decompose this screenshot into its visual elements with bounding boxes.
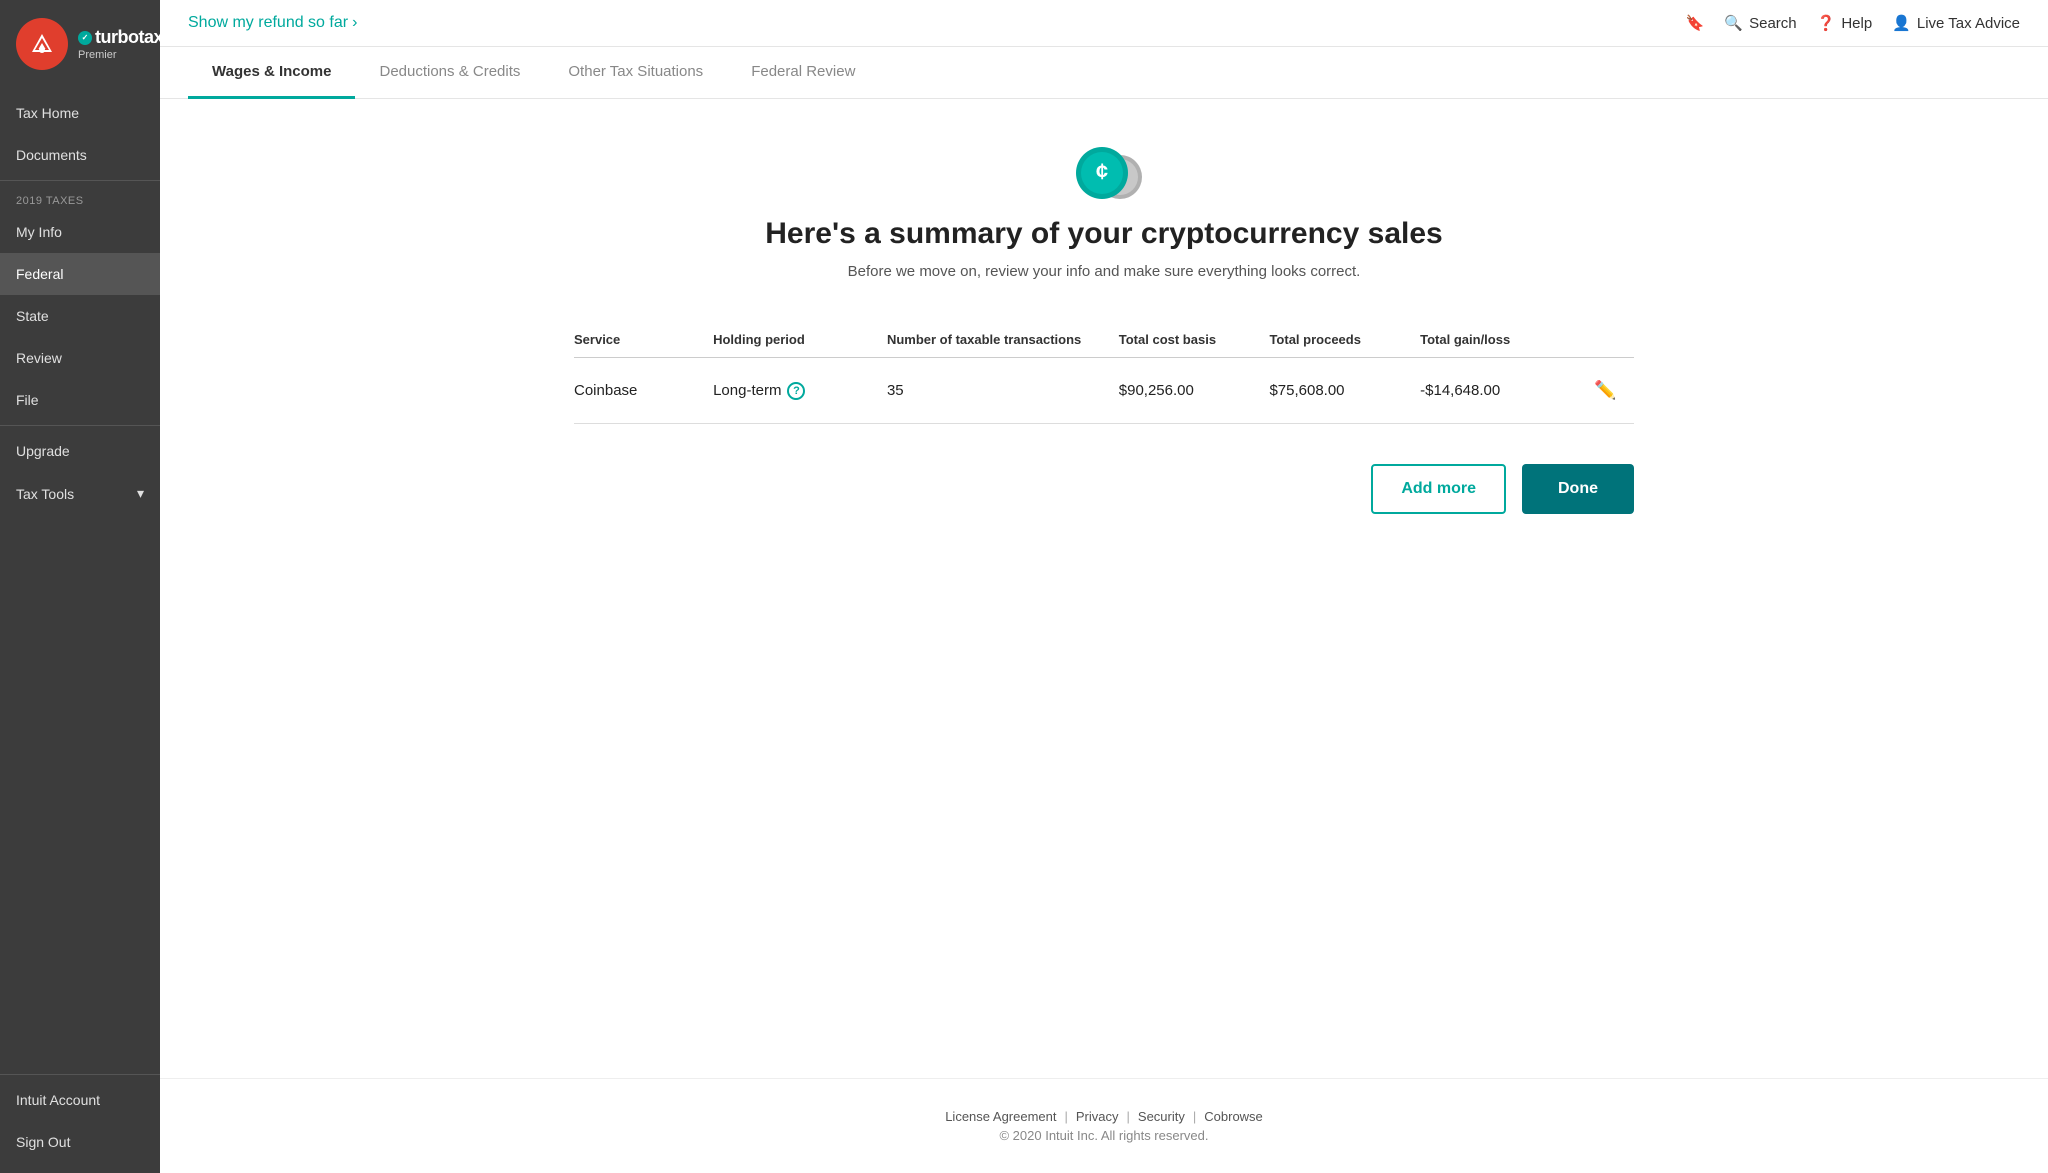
- sidebar-bottom: Intuit Account Sign Out: [0, 1060, 160, 1173]
- tab-wages-income[interactable]: Wages & Income: [188, 47, 355, 99]
- sidebar-item-my-info[interactable]: My Info: [0, 211, 160, 253]
- sidebar: ✓ turbotax Premier Tax Home Documents 20…: [0, 0, 160, 1173]
- crypto-icon: ¢: [1068, 139, 1140, 199]
- footer-links: License Agreement | Privacy | Security |…: [190, 1109, 2018, 1124]
- help-icon: ❓: [1817, 14, 1836, 32]
- logo-circle: [16, 18, 68, 70]
- sidebar-item-tax-home[interactable]: Tax Home: [0, 92, 160, 134]
- sidebar-section-label: 2019 TAXES: [0, 185, 160, 211]
- holding-period-help-icon[interactable]: ?: [787, 382, 805, 400]
- tab-federal-review[interactable]: Federal Review: [727, 47, 879, 99]
- main-content: Show my refund so far › 🔖 🔍 Search ❓ Hel…: [160, 0, 2048, 1173]
- footer: License Agreement | Privacy | Security |…: [160, 1078, 2048, 1173]
- col-header-holding: Holding period: [713, 332, 887, 347]
- topbar: Show my refund so far › 🔖 🔍 Search ❓ Hel…: [160, 0, 2048, 47]
- page-subtitle: Before we move on, review your info and …: [848, 263, 1361, 280]
- svg-text:¢: ¢: [1096, 159, 1108, 184]
- page-title: Here's a summary of your cryptocurrency …: [765, 217, 1442, 251]
- footer-copyright: © 2020 Intuit Inc. All rights reserved.: [190, 1128, 2018, 1143]
- footer-link-privacy[interactable]: Privacy: [1076, 1109, 1119, 1124]
- live-tax-label: Live Tax Advice: [1917, 15, 2020, 32]
- sidebar-item-documents[interactable]: Documents: [0, 134, 160, 176]
- turbotax-tier: Premier: [78, 49, 160, 61]
- topbar-actions: 🔖 🔍 Search ❓ Help 👤 Live Tax Advice: [1686, 14, 2020, 32]
- footer-link-security[interactable]: Security: [1138, 1109, 1185, 1124]
- tab-deductions-credits[interactable]: Deductions & Credits: [355, 47, 544, 99]
- cell-cost-basis: $90,256.00: [1119, 382, 1270, 399]
- search-icon: 🔍: [1724, 14, 1743, 32]
- col-header-proceeds: Total proceeds: [1269, 332, 1420, 347]
- sidebar-item-state[interactable]: State: [0, 295, 160, 337]
- crypto-header: ¢ Here's a summary of your cryptocurrenc…: [765, 139, 1442, 280]
- bookmark-icon: 🔖: [1686, 14, 1705, 32]
- chevron-down-icon: ▾: [137, 485, 144, 502]
- page-content: ¢ Here's a summary of your cryptocurrenc…: [160, 99, 2048, 1078]
- bookmark-button[interactable]: 🔖: [1686, 14, 1705, 32]
- live-tax-icon: 👤: [1892, 14, 1911, 32]
- holding-period-text: Long-term: [713, 382, 781, 399]
- cell-gain-loss: -$14,648.00: [1420, 382, 1594, 399]
- refund-link-text: Show my refund so far: [188, 14, 348, 32]
- col-header-transactions: Number of taxable transactions: [887, 332, 1119, 347]
- search-button[interactable]: 🔍 Search: [1724, 14, 1796, 32]
- add-more-button[interactable]: Add more: [1371, 464, 1506, 514]
- sidebar-item-federal[interactable]: Federal: [0, 253, 160, 295]
- help-button[interactable]: ❓ Help: [1817, 14, 1873, 32]
- table-row: Coinbase Long-term ? 35 $90,256.00 $75,6…: [574, 358, 1634, 424]
- brand: ✓ turbotax Premier: [78, 27, 160, 61]
- tab-other-tax-situations[interactable]: Other Tax Situations: [544, 47, 727, 99]
- search-label: Search: [1749, 15, 1797, 32]
- sidebar-item-tax-tools[interactable]: Tax Tools ▾: [0, 472, 160, 515]
- refund-link[interactable]: Show my refund so far ›: [188, 14, 357, 32]
- sidebar-nav: Tax Home Documents 2019 TAXES My Info Fe…: [0, 84, 160, 1060]
- cell-service: Coinbase: [574, 382, 713, 399]
- intuit-check-icon: ✓: [78, 31, 92, 45]
- tabs-bar: Wages & Income Deductions & Credits Othe…: [160, 47, 2048, 99]
- footer-link-license[interactable]: License Agreement: [945, 1109, 1056, 1124]
- chevron-right-icon: ›: [352, 14, 357, 32]
- sidebar-item-sign-out[interactable]: Sign Out: [0, 1121, 160, 1163]
- done-button[interactable]: Done: [1522, 464, 1634, 514]
- cell-transactions: 35: [887, 382, 1119, 399]
- sidebar-item-upgrade[interactable]: Upgrade: [0, 430, 160, 472]
- summary-table: Service Holding period Number of taxable…: [574, 322, 1634, 424]
- live-tax-advice-button[interactable]: 👤 Live Tax Advice: [1892, 14, 2020, 32]
- action-buttons: Add more Done: [574, 464, 1634, 514]
- edit-row-icon[interactable]: ✏️: [1594, 380, 1616, 400]
- sidebar-item-review[interactable]: Review: [0, 337, 160, 379]
- cell-holding-period: Long-term ?: [713, 382, 887, 400]
- help-label: Help: [1841, 15, 1872, 32]
- col-header-action: [1594, 332, 1634, 347]
- col-header-cost-basis: Total cost basis: [1119, 332, 1270, 347]
- sidebar-item-intuit-account[interactable]: Intuit Account: [0, 1079, 160, 1121]
- tax-tools-label: Tax Tools: [16, 486, 74, 502]
- sidebar-item-file[interactable]: File: [0, 379, 160, 421]
- col-header-service: Service: [574, 332, 713, 347]
- logo-area: ✓ turbotax Premier: [0, 0, 160, 84]
- cell-proceeds: $75,608.00: [1269, 382, 1420, 399]
- table-header-row: Service Holding period Number of taxable…: [574, 322, 1634, 358]
- turbotax-logo-text: turbotax: [95, 27, 160, 48]
- footer-link-cobrowse[interactable]: Cobrowse: [1204, 1109, 1263, 1124]
- col-header-gainloss: Total gain/loss: [1420, 332, 1594, 347]
